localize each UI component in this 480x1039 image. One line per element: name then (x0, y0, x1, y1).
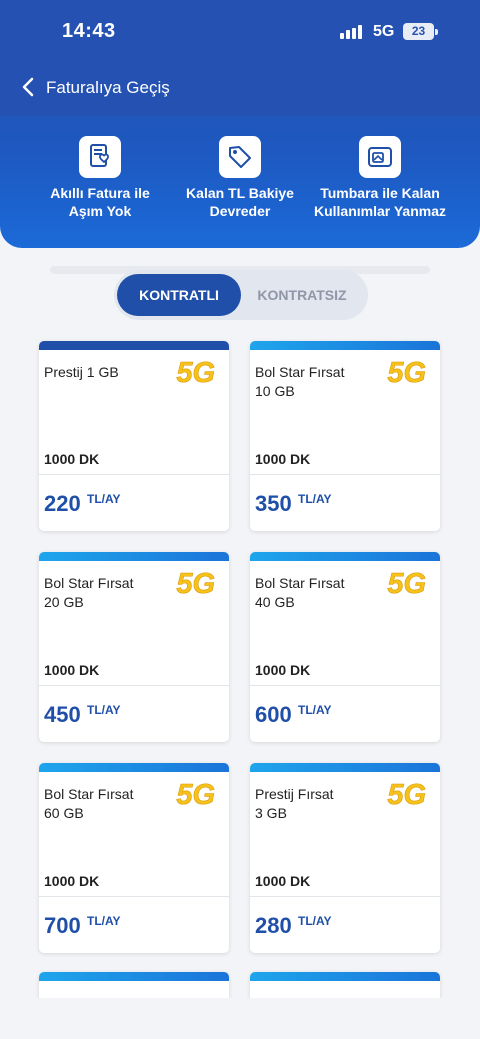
plan-price: 350 (255, 491, 292, 516)
bottom-fade (0, 998, 480, 1039)
header: 14:43 5G 23 Faturalıya Geçiş Akıllı Fatu… (0, 0, 480, 248)
tab-contracted[interactable]: KONTRATLI (117, 274, 241, 316)
card-top-bar (250, 763, 440, 772)
plan-name: Bol Star Fırsat 60 GB (44, 786, 134, 821)
plan-minutes: 1000 DK (44, 451, 100, 467)
plan-price: 220 (44, 491, 81, 516)
price-unit: TL/AY (298, 492, 332, 506)
plan-minutes: 1000 DK (255, 662, 311, 678)
plan-card[interactable]: Bol Star Fırsat 20 GB 5G 1000 DK 450 TL/AY (39, 552, 229, 742)
contract-toggle: KONTRATLI KONTRATSIZ (114, 270, 368, 320)
feature-label: Akıllı Fatura ile Aşım Yok (50, 185, 150, 219)
plan-card[interactable]: Bol Star Fırsat 40 GB 5G 1000 DK 600 TL/AY (250, 552, 440, 742)
card-top-bar (39, 552, 229, 561)
svg-text:5G: 5G (176, 779, 215, 809)
plan-name: Bol Star Fırsat 20 GB (44, 575, 134, 610)
back-arrow-icon[interactable] (18, 76, 40, 98)
card-top-bar (39, 341, 229, 350)
card-top-bar (39, 972, 229, 981)
plan-price: 450 (44, 702, 81, 727)
plan-minutes: 1000 DK (255, 873, 311, 889)
status-bar: 14:43 5G 23 (0, 0, 480, 62)
svg-text:5G: 5G (387, 568, 426, 598)
card-divider (250, 474, 440, 475)
network-label: 5G (373, 23, 395, 40)
5g-badge-icon: 5G (176, 568, 215, 598)
plan-price: 280 (255, 913, 292, 938)
piggy-card-icon (359, 136, 401, 178)
plan-price: 600 (255, 702, 292, 727)
card-top-bar (250, 341, 440, 350)
price-unit: TL/AY (298, 703, 332, 717)
nav-bar: Faturalıya Geçiş (0, 70, 480, 106)
card-top-bar (39, 763, 229, 772)
card-divider (39, 896, 229, 897)
page-title: Faturalıya Geçiş (46, 78, 170, 97)
price-unit: TL/AY (87, 914, 121, 928)
feature-smart-invoice: Akıllı Fatura ile Aşım Yok (20, 136, 180, 220)
card-divider (39, 474, 229, 475)
svg-text:5G: 5G (176, 357, 215, 387)
tab-non-contracted[interactable]: KONTRATSIZ (240, 274, 364, 316)
price-unit: TL/AY (87, 492, 121, 506)
plan-name: Prestij Fırsat 3 GB (255, 786, 334, 821)
5g-badge-icon: 5G (387, 568, 426, 598)
status-time: 14:43 (62, 20, 116, 42)
5g-badge-icon: 5G (387, 779, 426, 809)
tag-icon (219, 136, 261, 178)
plan-card[interactable]: Bol Star Fırsat 10 GB 5G 1000 DK 350 TL/AY (250, 341, 440, 531)
svg-text:5G: 5G (387, 357, 426, 387)
card-divider (39, 685, 229, 686)
plan-minutes: 1000 DK (255, 451, 311, 467)
price-unit: TL/AY (298, 914, 332, 928)
5g-badge-icon: 5G (176, 357, 215, 387)
feature-balance-carryover: Kalan TL Bakiye Devreder (160, 136, 320, 220)
svg-text:5G: 5G (387, 779, 426, 809)
plan-name: Bol Star Fırsat 40 GB (255, 575, 345, 610)
card-divider (250, 896, 440, 897)
price-unit: TL/AY (87, 703, 121, 717)
feature-label: Tumbara ile Kalan Kullanımlar Yanmaz (313, 185, 446, 219)
svg-text:5G: 5G (176, 568, 215, 598)
feature-tumbara: Tumbara ile Kalan Kullanımlar Yanmaz (300, 136, 460, 220)
plan-price: 700 (44, 913, 81, 938)
feature-label: Kalan TL Bakiye Devreder (186, 185, 294, 219)
card-top-bar (250, 552, 440, 561)
plan-card[interactable]: Bol Star Fırsat 60 GB 5G 1000 DK 700 TL/AY (39, 763, 229, 953)
invoice-heart-icon (79, 136, 121, 178)
5g-badge-icon: 5G (387, 357, 426, 387)
plan-name: Bol Star Fırsat 10 GB (255, 364, 345, 399)
plan-minutes: 1000 DK (44, 873, 100, 889)
plan-name: Prestij 1 GB (44, 364, 119, 380)
5g-badge-icon: 5G (176, 779, 215, 809)
plan-minutes: 1000 DK (44, 662, 100, 678)
card-top-bar (250, 972, 440, 981)
plan-card[interactable]: Prestij Fırsat 3 GB 5G 1000 DK 280 TL/AY (250, 763, 440, 953)
signal-icon (340, 25, 366, 39)
battery-icon: 23 (403, 23, 438, 40)
plan-card[interactable]: Prestij 1 GB 5G 1000 DK 220 TL/AY (39, 341, 229, 531)
card-divider (250, 685, 440, 686)
